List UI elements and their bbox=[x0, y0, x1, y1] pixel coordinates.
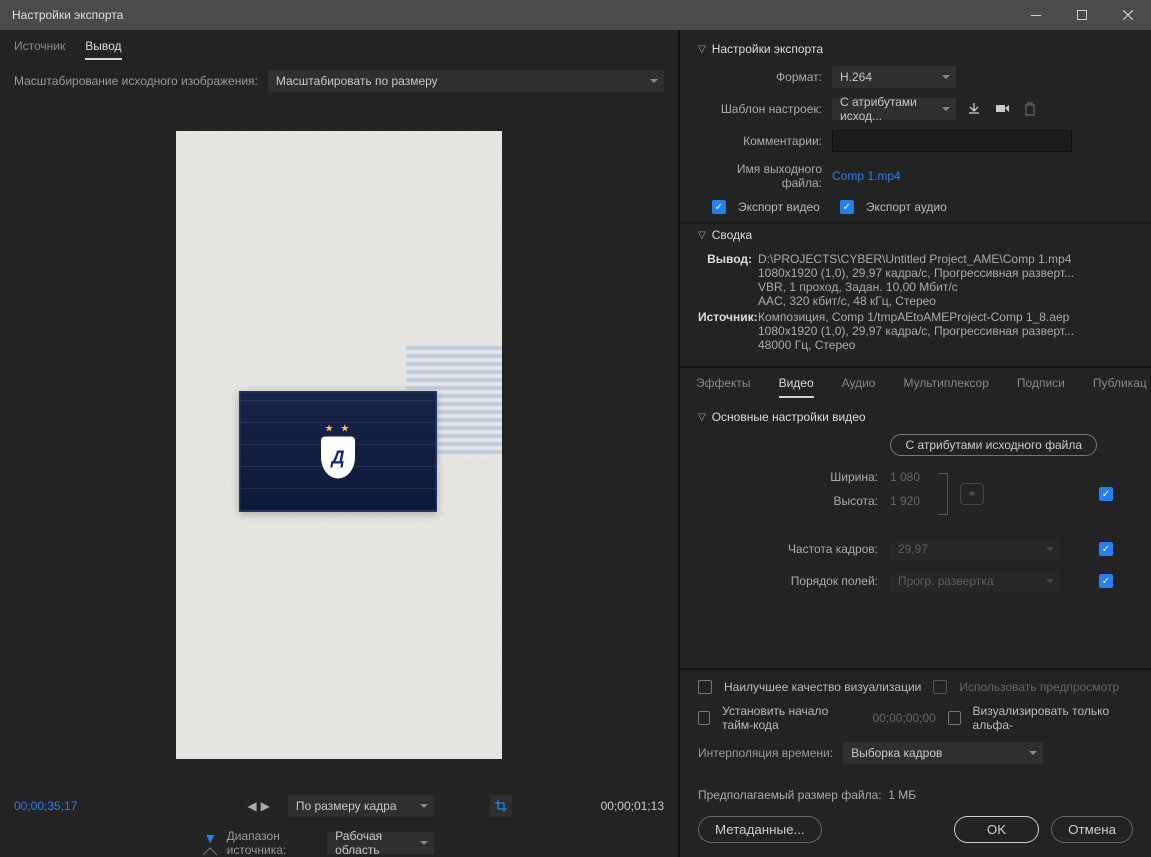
output-filename-link[interactable]: Comp 1.mp4 bbox=[832, 169, 901, 183]
video-settings-title: Основные настройки видео bbox=[712, 410, 866, 424]
crop-button[interactable] bbox=[490, 795, 512, 817]
tab-output[interactable]: Вывод bbox=[85, 39, 121, 60]
fieldorder-label: Порядок полей: bbox=[698, 574, 890, 588]
comments-input[interactable] bbox=[832, 130, 1072, 152]
tab-source[interactable]: Источник bbox=[14, 39, 65, 60]
chevron-down-icon[interactable]: ▽ bbox=[698, 44, 706, 55]
tab-publish[interactable]: Публикац bbox=[1093, 376, 1147, 398]
tab-video[interactable]: Видео bbox=[779, 376, 814, 398]
preset-select[interactable]: С атрибутами исход... bbox=[832, 98, 956, 120]
range-label: Диапазон источника: bbox=[227, 829, 320, 857]
range-select[interactable]: Рабочая область bbox=[327, 832, 434, 854]
summary-title: Сводка bbox=[712, 228, 753, 242]
time-interp-label: Интерполяция времени: bbox=[698, 746, 833, 760]
timecode-out: 00;00;01;13 bbox=[601, 799, 664, 813]
fps-select: 29,97 bbox=[890, 538, 1060, 560]
minimize-button[interactable] bbox=[1013, 0, 1059, 30]
link-dimensions-icon[interactable]: ⚭ bbox=[960, 483, 984, 505]
summary-src-label: Источник: bbox=[698, 310, 758, 352]
match-width-checkbox[interactable]: ✓ bbox=[1099, 487, 1113, 501]
export-audio-checkbox[interactable]: ✓Экспорт аудио bbox=[840, 200, 947, 214]
tab-effects[interactable]: Эффекты bbox=[696, 376, 751, 398]
window-title: Настройки экспорта bbox=[12, 8, 1013, 22]
time-interp-select[interactable]: Выборка кадров bbox=[843, 742, 1043, 764]
zoom-select[interactable]: По размеру кадра bbox=[288, 795, 434, 817]
export-video-checkbox[interactable]: ✓Экспорт видео bbox=[712, 200, 820, 214]
match-fieldorder-checkbox[interactable]: ✓ bbox=[1099, 574, 1113, 588]
preset-label: Шаблон настроек: bbox=[698, 102, 832, 116]
max-quality-checkbox[interactable]: ✓Наилучшее качество визуализации bbox=[698, 680, 921, 694]
ok-button[interactable]: OK bbox=[954, 816, 1039, 843]
summary-out-label: Вывод: bbox=[698, 252, 758, 308]
width-label: Ширина: bbox=[698, 470, 890, 484]
scaling-select[interactable]: Масштабировать по размеру bbox=[268, 70, 664, 92]
tab-mux[interactable]: Мультиплексор bbox=[903, 376, 988, 398]
fps-label: Частота кадров: bbox=[698, 542, 890, 556]
width-value: 1 080 bbox=[890, 470, 934, 484]
close-button[interactable] bbox=[1105, 0, 1151, 30]
export-settings-title: Настройки экспорта bbox=[712, 42, 823, 56]
height-label: Высота: bbox=[698, 494, 890, 508]
maximize-button[interactable] bbox=[1059, 0, 1105, 30]
prev-frame-icon[interactable]: ◀ bbox=[247, 799, 256, 813]
tab-audio[interactable]: Аудио bbox=[842, 376, 876, 398]
save-preset-icon[interactable] bbox=[964, 99, 984, 119]
tab-captions[interactable]: Подписи bbox=[1017, 376, 1065, 398]
set-start-tc-checkbox[interactable]: ✓Установить начало тайм-кода00;00;00;00 bbox=[698, 704, 936, 732]
preview-canvas: ★ ★ Д bbox=[176, 131, 502, 759]
summary-out-lines: D:\PROJECTS\CYBER\Untitled Project_AME\C… bbox=[758, 252, 1074, 308]
delete-preset-icon bbox=[1020, 99, 1040, 119]
summary-src-lines: Композиция, Comp 1/tmpAEtoAMEProject-Com… bbox=[758, 310, 1074, 352]
alpha-only-checkbox[interactable]: ✓Визуализировать только альфа- bbox=[948, 704, 1133, 732]
comments-label: Комментарии: bbox=[698, 134, 832, 148]
fieldorder-select: Прогр. развертка bbox=[890, 570, 1060, 592]
timecode-in[interactable]: 00;00;35;17 bbox=[14, 799, 77, 813]
match-fps-checkbox[interactable]: ✓ bbox=[1099, 542, 1113, 556]
estimated-size-label: Предполагаемый размер файла: 1 МБ bbox=[698, 788, 916, 802]
chevron-down-icon[interactable]: ▽ bbox=[698, 412, 706, 423]
chevron-down-icon[interactable]: ▽ bbox=[698, 230, 706, 241]
scaling-label: Масштабирование исходного изображения: bbox=[14, 74, 258, 88]
cancel-button[interactable]: Отмена bbox=[1051, 816, 1133, 843]
import-preset-icon[interactable] bbox=[992, 99, 1012, 119]
next-frame-icon[interactable]: ▶ bbox=[261, 799, 270, 813]
height-value: 1 920 bbox=[890, 494, 934, 508]
playhead-icon[interactable]: ▼ bbox=[203, 830, 217, 846]
metadata-button[interactable]: Метаданные... bbox=[698, 816, 822, 843]
format-select[interactable]: H.264 bbox=[832, 66, 956, 88]
use-preview-checkbox: Использовать предпросмотр bbox=[933, 680, 1119, 694]
format-label: Формат: bbox=[698, 70, 832, 84]
outname-label: Имя выходного файла: bbox=[698, 162, 832, 190]
match-source-button[interactable]: С атрибутами исходного файла bbox=[890, 434, 1097, 456]
